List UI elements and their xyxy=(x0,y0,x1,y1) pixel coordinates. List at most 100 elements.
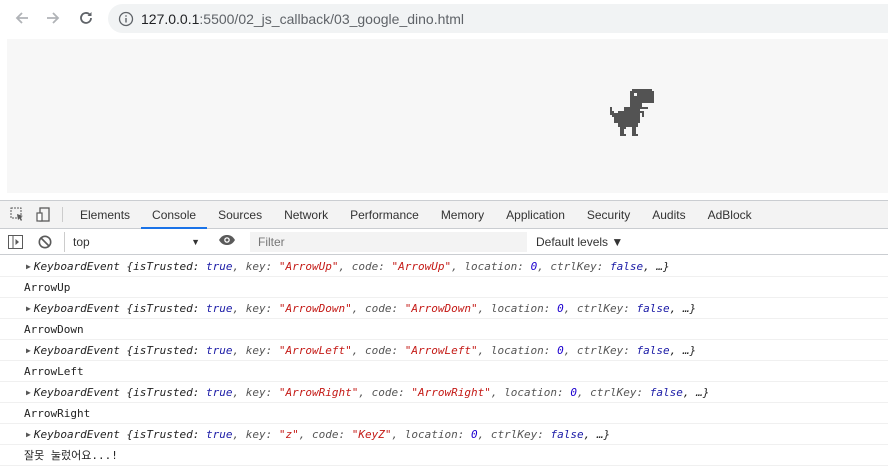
key-value: "ArrowRight" xyxy=(278,385,359,399)
info-icon[interactable] xyxy=(118,11,134,27)
devtools-panel: Elements Console Sources Network Perform… xyxy=(0,200,888,466)
object-prefix: KeyboardEvent {isTrusted: xyxy=(33,259,207,273)
tab-performance[interactable]: Performance xyxy=(339,201,430,228)
key-label: , key: xyxy=(232,385,279,399)
console-object-row[interactable]: ▶ KeyboardEvent {isTrusted: true, key: "A… xyxy=(0,382,888,403)
object-prefix: KeyboardEvent {isTrusted: xyxy=(33,343,207,357)
console-log-row: ArrowRight xyxy=(0,403,888,424)
tab-sources[interactable]: Sources xyxy=(207,201,273,228)
ctrlkey-label: , ctrlKey: xyxy=(477,427,551,441)
object-tail: , …} xyxy=(643,259,670,273)
tab-elements[interactable]: Elements xyxy=(69,201,141,228)
url-path: :5500/02_js_callback/03_google_dino.html xyxy=(199,10,465,27)
tab-security[interactable]: Security xyxy=(576,201,641,228)
chevron-down-icon: ▼ xyxy=(191,237,200,247)
object-prefix: KeyboardEvent {isTrusted: xyxy=(33,301,207,315)
location-value: 0 xyxy=(470,427,478,441)
browser-toolbar: 127.0.0.1:5500/02_js_callback/03_google_… xyxy=(0,0,888,37)
location-label: , location: xyxy=(490,385,571,399)
is-trusted-value: true xyxy=(206,427,233,441)
expand-triangle-icon[interactable]: ▶ xyxy=(26,262,31,271)
object-prefix: KeyboardEvent {isTrusted: xyxy=(33,385,207,399)
devtools-tabbar: Elements Console Sources Network Perform… xyxy=(0,201,888,229)
page-viewport xyxy=(0,37,888,200)
code-value: "ArrowLeft" xyxy=(404,343,478,357)
ctrlkey-value: false xyxy=(649,385,683,399)
address-bar[interactable]: 127.0.0.1:5500/02_js_callback/03_google_… xyxy=(108,4,888,33)
object-tail: , …} xyxy=(669,343,697,357)
console-object-row[interactable]: ▶ KeyboardEvent {isTrusted: true, key: "z… xyxy=(0,424,888,445)
ctrlkey-label: , ctrlKey: xyxy=(537,259,611,273)
object-tail: , …} xyxy=(669,301,697,315)
inspect-element-icon[interactable] xyxy=(4,201,30,228)
ctrlkey-label: , ctrlKey: xyxy=(563,343,637,357)
code-value: "ArrowUp" xyxy=(391,259,452,273)
is-trusted-value: true xyxy=(206,343,233,357)
expand-triangle-icon[interactable]: ▶ xyxy=(26,430,31,439)
ctrlkey-value: false xyxy=(636,343,670,357)
location-value: 0 xyxy=(570,385,577,399)
console-filter-input[interactable] xyxy=(250,232,527,252)
location-value: 0 xyxy=(557,343,564,357)
object-prefix: KeyboardEvent {isTrusted: xyxy=(33,427,207,441)
key-label: , key: xyxy=(232,301,279,315)
log-text: ArrowDown xyxy=(24,322,84,336)
device-toolbar-icon[interactable] xyxy=(30,201,56,228)
tab-adblock[interactable]: AdBlock xyxy=(697,201,763,228)
ctrlkey-label: , ctrlKey: xyxy=(576,385,650,399)
tab-memory[interactable]: Memory xyxy=(430,201,495,228)
key-value: "ArrowLeft" xyxy=(278,343,352,357)
ctrlkey-value: false xyxy=(636,301,670,315)
dino-game-canvas[interactable] xyxy=(7,39,888,193)
console-log-row: 잘못 눌렀어요...! xyxy=(0,445,888,466)
object-tail: , …} xyxy=(682,385,710,399)
url-text: 127.0.0.1:5500/02_js_callback/03_google_… xyxy=(141,11,464,27)
forward-arrow-icon[interactable] xyxy=(38,3,68,33)
console-log-row: ArrowUp xyxy=(0,277,888,298)
is-trusted-value: true xyxy=(206,259,233,273)
code-value: "ArrowDown" xyxy=(404,301,478,315)
console-log-row: ArrowDown xyxy=(0,319,888,340)
expand-triangle-icon[interactable]: ▶ xyxy=(26,346,31,355)
tab-application[interactable]: Application xyxy=(495,201,576,228)
code-value: "ArrowRight" xyxy=(411,385,491,399)
location-label: , location: xyxy=(477,343,558,357)
tab-console[interactable]: Console xyxy=(141,201,208,229)
location-label: , location: xyxy=(451,259,531,273)
console-object-row[interactable]: ▶ KeyboardEvent {isTrusted: true, key: "A… xyxy=(0,340,888,361)
log-text: ArrowRight xyxy=(24,406,91,420)
context-value: top xyxy=(73,235,90,249)
tab-network[interactable]: Network xyxy=(273,201,339,228)
tab-audits[interactable]: Audits xyxy=(641,201,696,228)
expand-triangle-icon[interactable]: ▶ xyxy=(26,304,31,313)
console-object-row[interactable]: ▶ KeyboardEvent {isTrusted: true, key: "A… xyxy=(0,298,888,319)
console-filterbar: top ▼ Default levels ▼ xyxy=(0,229,888,255)
console-object-row[interactable]: ▶ KeyboardEvent {isTrusted: true, key: "A… xyxy=(0,256,888,277)
eye-icon[interactable] xyxy=(218,234,236,249)
expand-triangle-icon[interactable]: ▶ xyxy=(26,388,31,397)
code-value: "KeyZ" xyxy=(351,427,392,441)
key-value: "z" xyxy=(278,427,299,441)
sidebar-toggle-icon[interactable] xyxy=(8,235,23,252)
key-value: "ArrowUp" xyxy=(278,259,339,273)
key-label: , key: xyxy=(232,427,279,441)
code-label: , code: xyxy=(351,301,405,315)
divider xyxy=(62,207,63,222)
code-label: , code: xyxy=(298,427,352,441)
log-text: ArrowLeft xyxy=(24,364,84,378)
reload-icon[interactable] xyxy=(71,3,101,33)
key-value: "ArrowDown" xyxy=(278,301,352,315)
url-host: 127.0.0.1 xyxy=(141,10,200,27)
context-select[interactable]: top ▼ xyxy=(64,232,206,252)
back-arrow-icon[interactable] xyxy=(7,3,37,33)
location-label: , location: xyxy=(391,427,471,441)
code-label: , code: xyxy=(338,259,392,273)
clear-console-icon[interactable] xyxy=(38,235,52,252)
log-levels-dropdown[interactable]: Default levels ▼ xyxy=(536,235,623,249)
dino-icon xyxy=(610,89,654,136)
ctrlkey-label: , ctrlKey: xyxy=(563,301,637,315)
console-output: ▶ KeyboardEvent {isTrusted: true, key: "A… xyxy=(0,256,888,466)
console-log-row: ArrowLeft xyxy=(0,361,888,382)
location-label: , location: xyxy=(477,301,558,315)
ctrlkey-value: false xyxy=(550,427,584,441)
